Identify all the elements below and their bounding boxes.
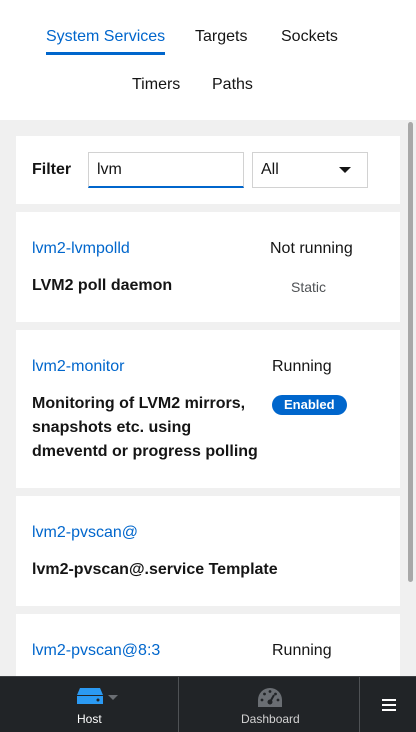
server-icon <box>77 688 103 704</box>
tab-paths[interactable]: Paths <box>212 76 253 94</box>
filter-toolbar: Filter All <box>16 136 400 204</box>
host-switcher[interactable]: Host <box>0 677 178 732</box>
service-name-link[interactable]: lvm2-monitor <box>32 358 124 376</box>
caret-down-icon <box>108 695 118 700</box>
service-row[interactable]: lvm2-pvscan@ lvm2-pvscan@.service Templa… <box>16 496 400 606</box>
main-menu-button[interactable] <box>360 677 416 732</box>
tab-targets[interactable]: Targets <box>195 28 247 46</box>
service-name-link[interactable]: lvm2-pvscan@8:3 <box>32 642 160 660</box>
enabled-badge: Enabled <box>272 395 347 415</box>
filter-input[interactable] <box>88 152 244 188</box>
service-enablement: Static <box>291 279 327 295</box>
filter-label: Filter <box>32 161 72 178</box>
service-tabs: System Services Targets Sockets Timers P… <box>0 0 416 120</box>
service-name-link[interactable]: lvm2-pvscan@ <box>32 524 138 542</box>
gauge-icon <box>258 688 282 707</box>
service-row[interactable]: lvm2-pvscan@8:3 Running <box>16 614 400 676</box>
tab-system-services[interactable]: System Services <box>46 28 166 55</box>
tab-timers[interactable]: Timers <box>132 76 180 94</box>
state-filter-value: All <box>261 161 279 178</box>
tab-sockets[interactable]: Sockets <box>281 28 338 46</box>
hamburger-menu-icon <box>382 699 396 711</box>
service-active-state: Running <box>272 642 332 659</box>
dashboard-button[interactable]: Dashboard <box>179 677 359 732</box>
service-description: lvm2-pvscan@.service Template <box>32 561 278 578</box>
dashboard-label: Dashboard <box>241 712 300 726</box>
vertical-scrollbar[interactable] <box>408 122 413 582</box>
service-active-state: Not running <box>270 240 353 257</box>
caret-down-icon <box>339 167 351 173</box>
service-active-state: Running <box>272 358 332 375</box>
service-row[interactable]: lvm2-lvmpolld Not running LVM2 poll daem… <box>16 212 400 322</box>
state-filter-select[interactable]: All <box>252 152 368 188</box>
service-description: LVM2 poll daemon <box>32 277 173 294</box>
service-description: Monitoring of LVM2 mirrors, snapshots et… <box>32 395 258 460</box>
service-name-link[interactable]: lvm2-lvmpolld <box>32 240 130 258</box>
bottom-navigation: Host Dashboard <box>0 676 416 732</box>
service-row[interactable]: lvm2-monitor Running Monitoring of LVM2 … <box>16 330 400 488</box>
host-label: Host <box>77 712 102 726</box>
